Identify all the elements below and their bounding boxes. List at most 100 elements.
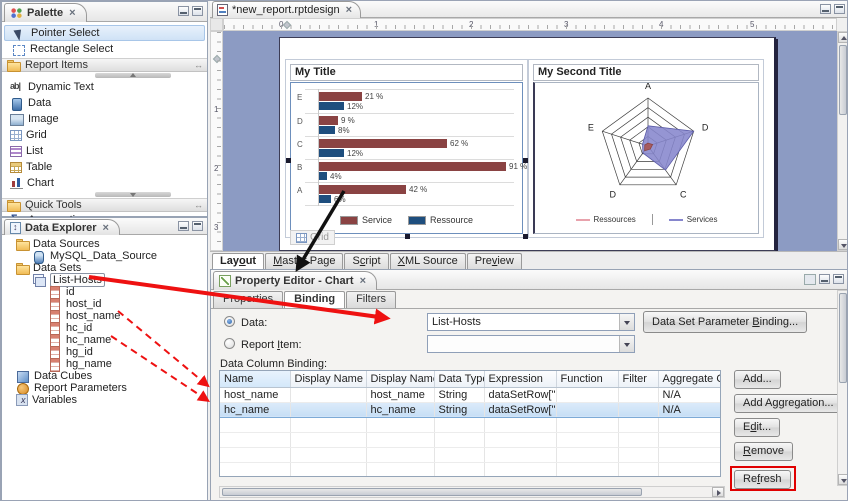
column-header-data-type[interactable]: Data Type: [434, 371, 484, 387]
ruler-marker[interactable]: [283, 21, 291, 29]
empty-row[interactable]: [220, 447, 720, 462]
column-header-function[interactable]: Function: [556, 371, 618, 387]
tree-item-hc-name[interactable]: hc_name: [2, 334, 207, 346]
tree-item-report-parameters[interactable]: Report Parameters: [2, 382, 207, 394]
add-button[interactable]: Add...: [734, 370, 781, 389]
report-item-combo[interactable]: [427, 335, 635, 353]
binding-row-hc_name[interactable]: hc_namehc_nameStringdataSetRow["hc...N/A: [220, 402, 720, 417]
close-icon[interactable]: ×: [69, 7, 75, 19]
minimize-icon[interactable]: [820, 4, 831, 14]
grid-element-tag[interactable]: Grid: [290, 230, 335, 245]
palette-tool-rectangle-select[interactable]: Rectangle Select: [4, 41, 205, 57]
tree-item-hc-id[interactable]: hc_id: [2, 322, 207, 334]
chart12-icon: [10, 177, 23, 189]
tree-item-hg-name[interactable]: hg_name: [2, 358, 207, 370]
palette-section-report-items[interactable]: Report Items ↔: [2, 58, 207, 72]
radar-chart-plot[interactable]: ADCDE RessourcesServices: [533, 82, 759, 234]
chart-cell-radar[interactable]: My Second Title ADCDE RessourcesServices: [528, 59, 764, 238]
selection-handle[interactable]: [286, 158, 291, 163]
column-header-display-name[interactable]: Display Name: [366, 371, 434, 387]
vertical-ruler: 123: [210, 31, 223, 251]
property-tab-filters[interactable]: Filters: [346, 291, 396, 308]
report-canvas[interactable]: My Title E21 %12%D9 %8%C62 %12%B91 %4%A4…: [223, 31, 837, 251]
tab-xml-source[interactable]: XML Source: [390, 253, 466, 269]
tree-item-variables[interactable]: Variables: [2, 394, 207, 406]
minimize-icon[interactable]: [178, 221, 189, 231]
close-icon[interactable]: ×: [346, 4, 352, 16]
palette-tool-pointer-select[interactable]: Pointer Select: [4, 25, 205, 41]
palette-scroll-down[interactable]: [2, 191, 207, 198]
binding-row-host_name[interactable]: host_namehost_nameStringdataSetRow["ho..…: [220, 387, 720, 402]
data-radio[interactable]: [224, 316, 235, 327]
ruler-marker[interactable]: [213, 55, 221, 63]
data-column-binding-table[interactable]: NameDisplay Name IDDisplay NameData Type…: [219, 370, 721, 477]
palette-item-image[interactable]: Image: [2, 111, 207, 127]
property-tab-binding[interactable]: Binding: [284, 291, 345, 308]
property-editor-tab[interactable]: Property Editor - Chart ×: [213, 271, 377, 290]
maximize-icon[interactable]: [192, 221, 203, 231]
tree-item-host-id[interactable]: host_id: [2, 298, 207, 310]
palette-item-grid[interactable]: Grid: [2, 127, 207, 143]
property-vertical-scrollbar[interactable]: [837, 290, 848, 486]
palette-section-quick-tools[interactable]: Quick Tools ↔: [2, 198, 207, 212]
sync-icon[interactable]: [804, 274, 816, 285]
selection-handle[interactable]: [523, 158, 528, 163]
palette-item-chart[interactable]: Chart: [2, 175, 207, 191]
refresh-button[interactable]: Refresh: [734, 470, 791, 489]
layout-toggle-icon[interactable]: ↔: [194, 200, 203, 210]
column-header-filter[interactable]: Filter: [618, 371, 658, 387]
column-header-name[interactable]: Name: [220, 371, 290, 387]
selection-handle[interactable]: [405, 234, 410, 239]
data-set-parameter-binding-button[interactable]: Data Set Parameter Binding...: [643, 311, 807, 333]
tree-item-data-sources[interactable]: Data Sources: [2, 238, 207, 250]
report-page[interactable]: My Title E21 %12%D9 %8%C62 %12%B91 %4%A4…: [279, 37, 776, 251]
palette-item-table[interactable]: Table: [2, 159, 207, 175]
tree-item-data-cubes[interactable]: Data Cubes: [2, 370, 207, 382]
property-horizontal-scrollbar[interactable]: [219, 486, 725, 498]
edit-button[interactable]: Edit...: [734, 418, 780, 437]
canvas-vertical-scrollbar[interactable]: [837, 31, 848, 251]
property-tab-properties[interactable]: Properties: [213, 291, 283, 308]
chevron-down-icon[interactable]: [619, 336, 634, 352]
palette-scroll-up[interactable]: [2, 72, 207, 79]
tree-item-list-hosts[interactable]: List-Hosts: [2, 274, 207, 286]
maximize-icon[interactable]: [192, 6, 203, 16]
close-icon[interactable]: ×: [360, 275, 366, 287]
data-explorer-tab[interactable]: Data Explorer ×: [4, 219, 120, 235]
tree-item-id[interactable]: id: [2, 286, 207, 298]
maximize-icon[interactable]: [833, 274, 844, 284]
selection-handle[interactable]: [523, 234, 528, 239]
column-header-aggregate-on[interactable]: Aggregate On: [658, 371, 720, 387]
close-icon[interactable]: ×: [103, 222, 109, 234]
remove-button[interactable]: Remove: [734, 442, 793, 461]
tab-layout[interactable]: Layout: [212, 253, 264, 269]
empty-row[interactable]: [220, 417, 720, 432]
tree-item-host-name[interactable]: host_name: [2, 310, 207, 322]
item-label: Chart: [27, 177, 54, 189]
palette-item-dynamic-text[interactable]: Dynamic Text: [2, 79, 207, 95]
tab-master-page[interactable]: Master Page: [265, 253, 343, 269]
editor-tab-new-report[interactable]: *new_report.rptdesign ×: [212, 1, 361, 18]
palette-item-data[interactable]: Data: [2, 95, 207, 111]
dataset-combo[interactable]: List-Hosts: [427, 313, 635, 331]
chevron-down-icon[interactable]: [619, 314, 634, 330]
bar-chart-plot[interactable]: E21 %12%D9 %8%C62 %12%B91 %4%A42 %6% Ser…: [290, 82, 523, 234]
tab-preview[interactable]: Preview: [467, 253, 522, 269]
chart-cell-bar[interactable]: My Title E21 %12%D9 %8%C62 %12%B91 %4%A4…: [285, 59, 528, 238]
tree-item-hg-id[interactable]: hg_id: [2, 346, 207, 358]
column-header-display-name-id[interactable]: Display Name ID: [290, 371, 366, 387]
minimize-icon[interactable]: [178, 6, 189, 16]
palette-item-list[interactable]: List: [2, 143, 207, 159]
tree-item-data-sets[interactable]: Data Sets: [2, 262, 207, 274]
minimize-icon[interactable]: [819, 274, 830, 284]
tab-script[interactable]: Script: [344, 253, 388, 269]
layout-toggle-icon[interactable]: ↔: [194, 60, 203, 70]
empty-row[interactable]: [220, 432, 720, 447]
maximize-icon[interactable]: [834, 4, 845, 14]
report-item-radio[interactable]: [224, 338, 235, 349]
tree-item-mysql-data-source[interactable]: MySQL_Data_Source: [2, 250, 207, 262]
empty-row[interactable]: [220, 462, 720, 477]
palette-tab[interactable]: Palette ×: [4, 3, 87, 22]
add-aggregation-button[interactable]: Add Aggregation...: [734, 394, 843, 413]
column-header-expression[interactable]: Expression: [484, 371, 556, 387]
